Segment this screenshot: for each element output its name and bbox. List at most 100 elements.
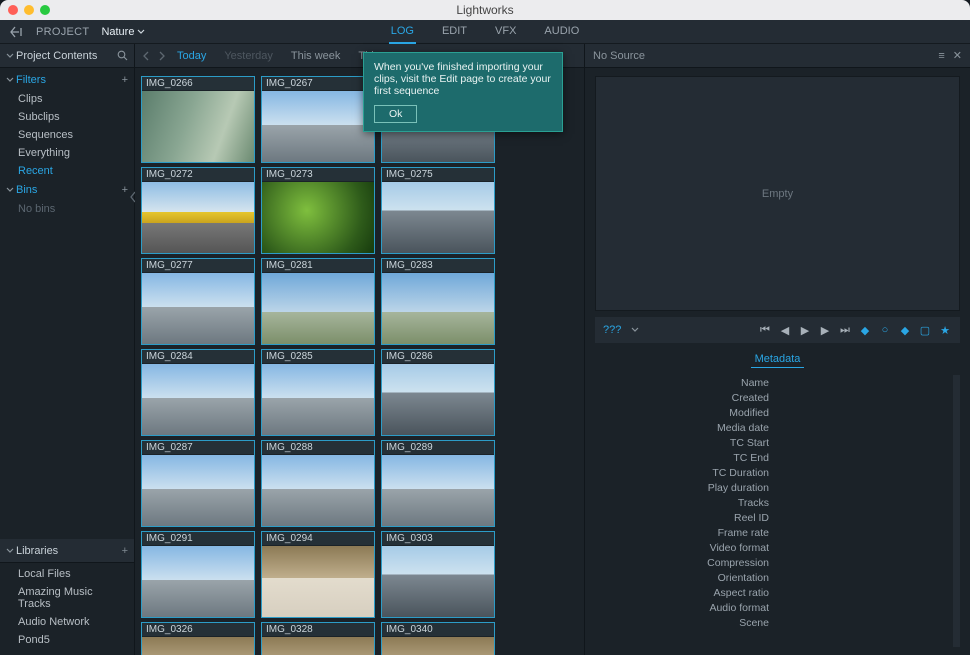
libraries-header[interactable]: Libraries + [0,539,134,563]
library-pond5[interactable]: Pond5 [0,631,134,649]
chevron-down-icon[interactable] [6,52,16,60]
clip-thumbnail[interactable]: IMG_0294 [261,531,375,618]
tab-metadata[interactable]: Metadata [751,351,805,368]
bins-header[interactable]: Bins + [0,180,134,200]
clip-thumbnail[interactable]: IMG_0340 [381,622,495,655]
go-start-icon[interactable]: ⏮ [758,324,772,337]
clip-thumbnail[interactable]: IMG_0326 [141,622,255,655]
clip-thumbnail[interactable]: IMG_0267 [261,76,375,163]
clip-image [262,546,374,617]
tab-audio[interactable]: AUDIO [542,20,581,44]
clip-image [142,182,254,253]
clip-thumbnail[interactable]: IMG_0303 [381,531,495,618]
library-local-files[interactable]: Local Files [0,565,134,583]
clip-thumbnail[interactable]: IMG_0286 [381,349,495,436]
exit-project-icon[interactable] [10,26,24,38]
clip-thumbnail[interactable]: IMG_0283 [381,258,495,345]
library-audio-network[interactable]: Audio Network [0,613,134,631]
mark-clear-icon[interactable]: ○ [878,324,892,336]
clip-label: IMG_0326 [142,623,254,637]
clip-thumbnail[interactable]: IMG_0291 [141,531,255,618]
add-library-icon[interactable]: + [122,545,128,557]
filter-this-week[interactable]: This week [291,50,341,62]
clip-label: IMG_0287 [142,441,254,455]
clip-thumbnail[interactable]: IMG_0285 [261,349,375,436]
metadata-key: Modified [595,407,775,419]
clip-image [262,455,374,526]
clip-label: IMG_0266 [142,77,254,91]
sidebar-item-sequences[interactable]: Sequences [0,126,134,144]
clip-image [262,273,374,344]
sidebar: Project Contents Filters + Clips Subclip… [0,44,135,655]
clip-label: IMG_0288 [262,441,374,455]
clip-label: IMG_0272 [142,168,254,182]
tab-vfx[interactable]: VFX [493,20,518,44]
date-filters: Today Yesterday This week This [177,50,379,62]
metadata-row: TC Duration [595,465,960,480]
menu-icon[interactable]: ≡ [938,50,944,62]
filter-yesterday[interactable]: Yesterday [224,50,273,62]
play-icon[interactable]: ▶ [798,324,812,337]
library-amazing-music[interactable]: Amazing Music Tracks [0,583,134,613]
clip-label: IMG_0294 [262,532,374,546]
clip-label: IMG_0283 [382,259,494,273]
nav-forward-icon[interactable] [158,51,165,61]
go-end-icon[interactable]: ⏭ [838,324,852,337]
metadata-key: Compression [595,557,775,569]
clip-thumbnail[interactable]: IMG_0275 [381,167,495,254]
metadata-row: Media date [595,420,960,435]
project-name-dropdown[interactable]: Nature [101,26,145,38]
clip-thumbnail[interactable]: IMG_0328 [261,622,375,655]
filter-today[interactable]: Today [177,50,206,62]
metadata-row: Audio format [595,600,960,615]
source-viewer[interactable]: Empty [595,76,960,311]
filters-header[interactable]: Filters + [0,70,134,90]
sidebar-item-subclips[interactable]: Subclips [0,108,134,126]
clip-label: IMG_0277 [142,259,254,273]
step-forward-icon[interactable]: ▶ [818,324,832,337]
favorite-icon[interactable]: ★ [938,324,952,337]
metadata-key: Media date [595,422,775,434]
source-panel-header: No Source ≡ ✕ [585,44,970,68]
chevron-down-icon[interactable] [631,327,645,333]
tab-edit[interactable]: EDIT [440,20,469,44]
window-title: Lightworks [0,3,970,17]
sidebar-item-everything[interactable]: Everything [0,144,134,162]
clip-label: IMG_0284 [142,350,254,364]
metadata-key: Name [595,377,775,389]
clip-image [262,364,374,435]
metadata-row: Tracks [595,495,960,510]
clip-thumbnail[interactable]: IMG_0284 [141,349,255,436]
metadata-row: TC End [595,450,960,465]
metadata-scrollbar[interactable] [953,375,960,647]
step-back-icon[interactable]: ◀ [778,324,792,337]
clip-thumbnail[interactable]: IMG_0277 [141,258,255,345]
transport-bar: ??? ⏮ ◀ ▶ ▶ ⏭ ◆ ○ ◆ ▢ ★ [595,317,960,343]
search-icon[interactable] [117,50,128,61]
close-icon[interactable]: ✕ [953,49,962,62]
sidebar-item-clips[interactable]: Clips [0,90,134,108]
cue-icon[interactable]: ▢ [918,324,932,337]
source-name[interactable]: ??? [603,324,621,336]
metadata-row: Orientation [595,570,960,585]
tab-log[interactable]: LOG [389,20,416,44]
clip-thumbnail[interactable]: IMG_0266 [141,76,255,163]
nav-back-icon[interactable] [143,51,150,61]
tooltip-ok-button[interactable]: Ok [374,105,417,123]
clip-thumbnail[interactable]: IMG_0272 [141,167,255,254]
metadata-key: Audio format [595,602,775,614]
mark-out-icon[interactable]: ◆ [898,324,912,337]
add-filter-icon[interactable]: + [122,74,128,86]
clip-thumbnail[interactable]: IMG_0273 [261,167,375,254]
clip-label: IMG_0275 [382,168,494,182]
clip-thumbnail[interactable]: IMG_0287 [141,440,255,527]
clip-label: IMG_0340 [382,623,494,637]
clip-thumbnail[interactable]: IMG_0288 [261,440,375,527]
clip-thumbnail[interactable]: IMG_0281 [261,258,375,345]
onboarding-tooltip: When you've finished importing your clip… [363,52,563,132]
mark-in-icon[interactable]: ◆ [858,324,872,337]
libraries-section: Libraries + Local Files Amazing Music Tr… [0,539,134,655]
clip-thumbnail[interactable]: IMG_0289 [381,440,495,527]
sidebar-item-recent[interactable]: Recent [0,162,134,180]
tooltip-text: When you've finished importing your clip… [374,61,552,97]
